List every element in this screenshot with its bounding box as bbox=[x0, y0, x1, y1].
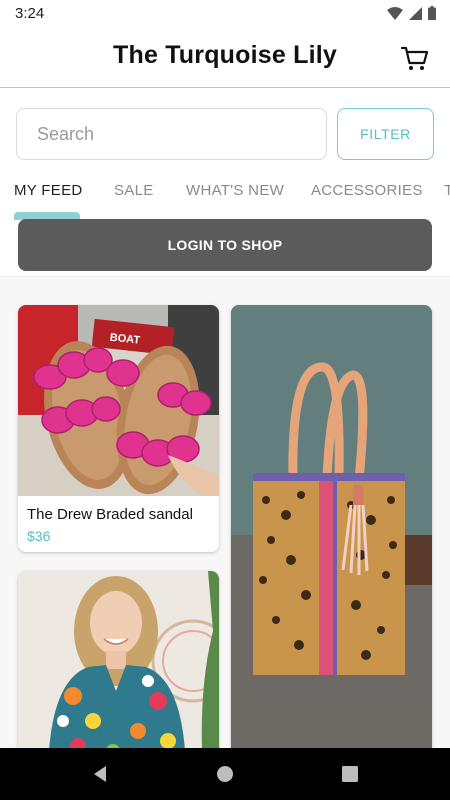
app-header: The Turquoise Lily bbox=[0, 28, 450, 88]
tab-my-feed[interactable]: MY FEED bbox=[14, 182, 83, 199]
product-title: The Drew Braded sandal bbox=[27, 506, 193, 523]
tab-partial[interactable]: T bbox=[444, 182, 450, 199]
login-to-shop-button[interactable]: LOGIN TO SHOP bbox=[18, 219, 432, 271]
recents-icon[interactable] bbox=[338, 762, 362, 786]
back-icon[interactable] bbox=[88, 762, 112, 786]
app-title: The Turquoise Lily bbox=[113, 41, 337, 69]
home-icon[interactable] bbox=[213, 762, 237, 786]
filter-button[interactable]: FILTER bbox=[337, 108, 434, 160]
tab-sale[interactable]: SALE bbox=[114, 182, 154, 199]
product-card[interactable] bbox=[18, 571, 219, 748]
search-row: FILTER bbox=[16, 108, 434, 160]
product-card-info: The Drew Braded sandal $36 bbox=[18, 496, 219, 552]
product-image-floral-top bbox=[18, 571, 219, 748]
product-price: $36 bbox=[27, 528, 51, 544]
tab-whats-new[interactable]: WHAT'S NEW bbox=[186, 182, 284, 199]
product-feed[interactable]: BOAT The Drew Braded sandal $36 bbox=[0, 277, 450, 748]
status-time: 3:24 bbox=[15, 5, 45, 22]
system-nav-bar bbox=[0, 748, 450, 800]
battery-icon bbox=[428, 6, 436, 20]
tab-accessories[interactable]: ACCESSORIES bbox=[311, 182, 423, 199]
search-input[interactable] bbox=[16, 108, 327, 160]
wifi-icon bbox=[387, 6, 403, 20]
cart-icon bbox=[400, 46, 429, 70]
signal-icon bbox=[409, 6, 422, 20]
status-icons bbox=[387, 6, 436, 20]
product-card[interactable]: BOAT The Drew Braded sandal $36 bbox=[18, 305, 219, 552]
status-bar: 3:24 bbox=[0, 0, 450, 28]
cart-button[interactable] bbox=[400, 43, 430, 73]
product-card[interactable] bbox=[231, 305, 432, 748]
product-image-tote bbox=[231, 305, 432, 748]
product-image-sandals: BOAT bbox=[18, 305, 219, 496]
